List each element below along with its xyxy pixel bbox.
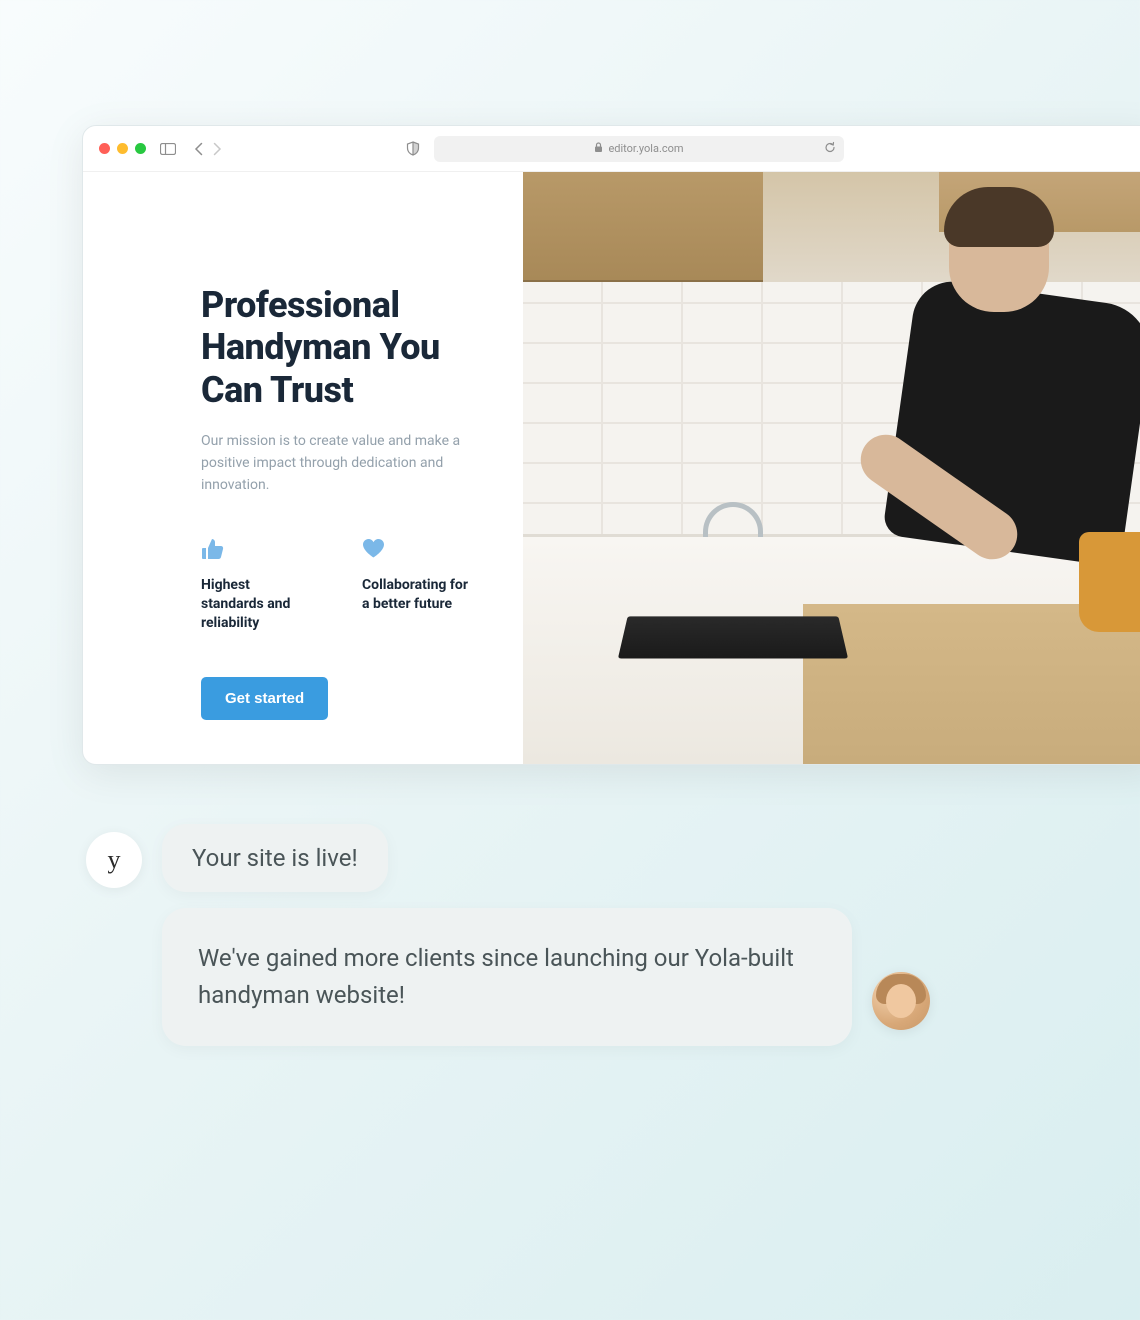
system-message: Your site is live! (192, 844, 358, 872)
browser-toolbar: editor.yola.com (83, 126, 1140, 172)
page-content: Professional Handyman You Can Trust Our … (83, 172, 1140, 764)
feature-text: Highest standards and reliability (201, 576, 312, 633)
minimize-window-button[interactable] (117, 143, 128, 154)
feature-standards: Highest standards and reliability (201, 538, 312, 633)
heart-icon (362, 538, 473, 560)
sidebar-toggle-icon[interactable] (160, 143, 176, 155)
url-bar[interactable]: editor.yola.com (434, 136, 844, 162)
user-message: We've gained more clients since launchin… (198, 940, 816, 1014)
maximize-window-button[interactable] (135, 143, 146, 154)
user-chat-bubble: We've gained more clients since launchin… (162, 908, 852, 1046)
get-started-button[interactable]: Get started (201, 677, 328, 720)
feature-text: Collaborating for a better future (362, 576, 473, 614)
hero-image (523, 172, 1140, 764)
hero-title: Professional Handyman You Can Trust (201, 284, 473, 411)
hero-section: Professional Handyman You Can Trust Our … (83, 172, 523, 764)
back-button[interactable] (194, 142, 203, 156)
features-row: Highest standards and reliability Collab… (201, 538, 473, 633)
system-avatar: y (86, 832, 142, 888)
user-avatar (872, 972, 930, 1030)
window-controls (99, 143, 146, 154)
avatar-letter: y (108, 845, 121, 875)
close-window-button[interactable] (99, 143, 110, 154)
forward-button[interactable] (213, 142, 222, 156)
refresh-icon[interactable] (824, 141, 836, 157)
system-chat-bubble: Your site is live! (162, 824, 388, 892)
lock-icon (594, 142, 603, 156)
privacy-shield-icon[interactable] (406, 141, 420, 156)
hero-subtitle: Our mission is to create value and make … (201, 431, 473, 496)
thumbs-up-icon (201, 538, 312, 560)
url-text: editor.yola.com (608, 142, 683, 155)
browser-window: editor.yola.com Professional Handyman Yo… (82, 125, 1140, 765)
feature-collaboration: Collaborating for a better future (362, 538, 473, 633)
